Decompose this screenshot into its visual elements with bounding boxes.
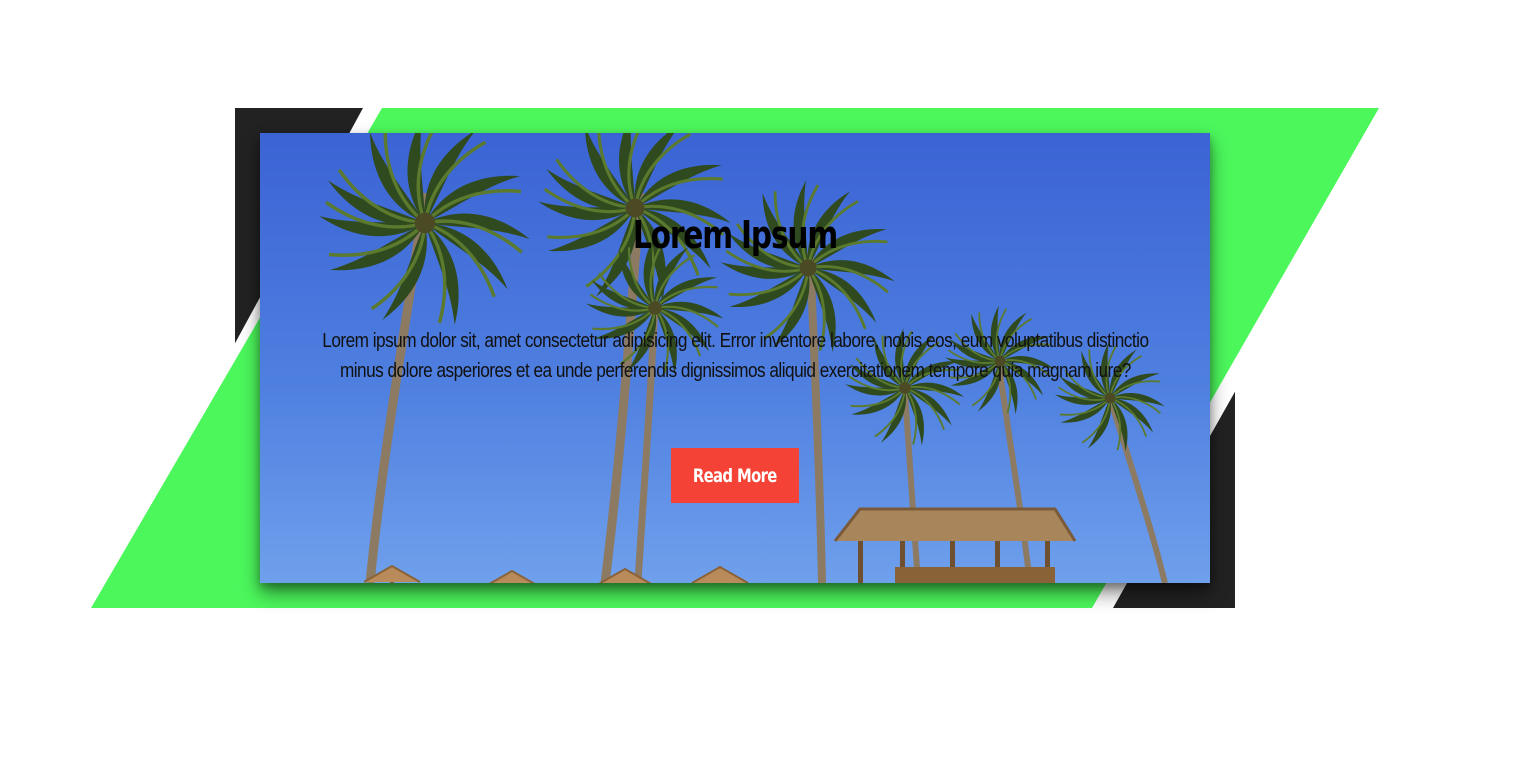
page: Lorem Ipsum Lorem ipsum dolor sit, amet … xyxy=(0,0,1533,757)
read-more-label: Read More xyxy=(693,464,778,487)
hero-card: Lorem Ipsum Lorem ipsum dolor sit, amet … xyxy=(260,133,1210,583)
card-description: Lorem ipsum dolor sit, amet consectetur … xyxy=(320,326,1150,386)
card-description-text: Lorem ipsum dolor sit, amet consectetur … xyxy=(321,330,1149,382)
read-more-button[interactable]: Read More xyxy=(671,448,799,503)
card-content: Lorem Ipsum Lorem ipsum dolor sit, amet … xyxy=(260,133,1210,583)
card-title: Lorem Ipsum xyxy=(632,213,838,257)
